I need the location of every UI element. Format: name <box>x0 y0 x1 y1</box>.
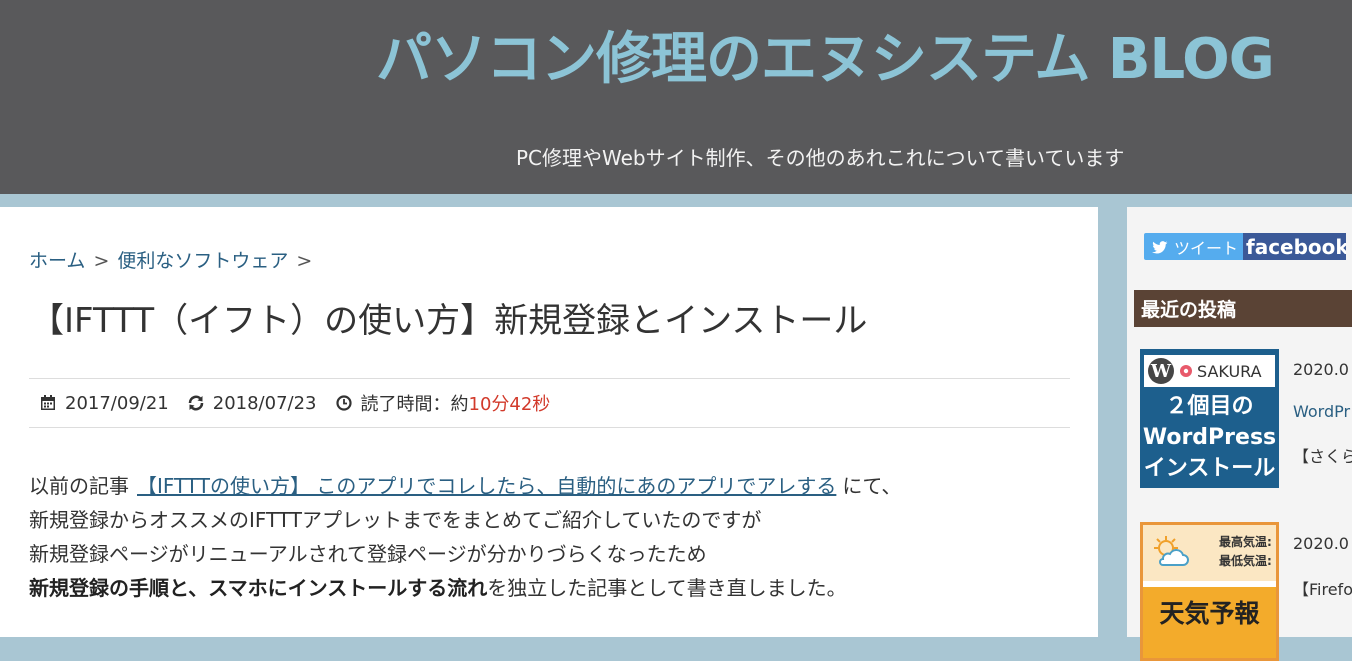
post-thumbnail[interactable]: W SAKURA ２個目の WordPress インストール <box>1140 349 1279 488</box>
body-line: 以前の記事 【IFTTTの使い方】 このアプリでコレしたら、自動的にあのアプリでア… <box>29 469 901 503</box>
previous-article-link[interactable]: 【IFTTTの使い方】 このアプリでコレしたら、自動的にあのアプリでアレする <box>137 474 836 498</box>
site-tagline: PC修理やWebサイト制作、その他のあれこれについて書いています <box>516 146 1125 170</box>
thumbnail-caption-line: WordPress <box>1142 425 1277 450</box>
tweet-button[interactable]: ツイート <box>1144 233 1243 260</box>
post-title-link[interactable]: WordPr <box>1293 402 1350 421</box>
calendar-icon <box>39 394 57 412</box>
body-line: 新規登録からオススメのIFTTTアプレットまでをまとめてご紹介していたのですが <box>29 508 762 532</box>
clock-icon <box>335 394 353 412</box>
sakura-flower-icon <box>1178 363 1194 379</box>
weather-panel: 最高気温: 最低気温: <box>1143 525 1276 581</box>
max-temp-label: 最高気温: <box>1219 535 1272 549</box>
post-title-link[interactable]: 【Firefo <box>1293 576 1352 600</box>
post-thumbnail[interactable]: 最高気温: 最低気温: 天気予報 <box>1140 522 1279 661</box>
read-time: 読了時間：約 10分42秒 <box>335 390 551 416</box>
breadcrumb-home-link[interactable]: ホーム <box>29 250 85 272</box>
tweet-label: ツイート <box>1174 238 1239 258</box>
site-title[interactable]: パソコン修理のエヌシステム BLOG <box>376 22 1275 98</box>
facebook-label: facebook <box>1246 234 1346 259</box>
article-body: 以前の記事 【IFTTTの使い方】 このアプリでコレしたら、自動的にあのアプリでア… <box>29 469 901 605</box>
share-buttons: ツイート facebookB <box>1144 233 1346 260</box>
sakura-logo: W SAKURA <box>1144 355 1275 387</box>
body-text: を独立した記事として書き直しました。 <box>487 576 847 600</box>
body-text-prefix: 以前の記事 <box>29 474 129 498</box>
sun-cloud-icon <box>1151 535 1189 569</box>
facebook-share-button[interactable]: facebookB <box>1243 233 1346 260</box>
read-time-label: 読了時間：約 <box>360 394 469 415</box>
updated-date-text: 2018/07/23 <box>212 392 317 414</box>
weather-forecast-banner: 天気予報 <box>1143 587 1276 658</box>
sakura-brand-text: SAKURA <box>1197 361 1262 381</box>
thumbnail-caption: ２個目の WordPress インストール <box>1140 391 1279 484</box>
body-line: 新規登録ページがリニューアルされて登録ページが分かりづらくなったため <box>29 542 707 566</box>
wordpress-logo-icon: W <box>1148 358 1174 384</box>
breadcrumb-separator: > <box>93 250 110 272</box>
breadcrumb-separator: > <box>296 250 313 272</box>
body-line: 新規登録の手順と、スマホにインストールする流れを独立した記事として書き直しました… <box>29 571 901 605</box>
thumbnail-caption-line: インストール <box>1143 456 1276 481</box>
main-content: ホーム > 便利なソフトウェア > 【IFTTT（イフト）の使い方】新規登録とインスト… <box>0 207 1098 637</box>
updated-date: 2018/07/23 <box>187 393 317 414</box>
body-text-suffix: にて、 <box>842 474 902 498</box>
breadcrumb: ホーム > 便利なソフトウェア > <box>29 246 320 273</box>
post-excerpt: 【さくら <box>1293 447 1352 466</box>
breadcrumb-category-link[interactable]: 便利なソフトウェア <box>117 250 288 272</box>
refresh-icon <box>187 394 205 412</box>
site-header: パソコン修理のエヌシステム BLOG PC修理やWebサイト制作、その他のあれこ… <box>0 0 1352 194</box>
body-bold-text: 新規登録の手順と、スマホにインストールする流れ <box>29 576 488 600</box>
published-date: 2017/09/21 <box>39 393 169 414</box>
thumbnail-caption-line: ２個目の <box>1165 394 1254 419</box>
temperature-labels: 最高気温: 最低気温: <box>1219 533 1272 571</box>
read-time-value: 10分42秒 <box>468 394 551 415</box>
recent-posts-heading: 最近の投稿 <box>1134 290 1352 327</box>
article-meta: 2017/09/21 2018/07/23 読了時間：約 10分42秒 <box>29 378 1070 428</box>
twitter-bird-icon <box>1152 240 1168 254</box>
min-temp-label: 最低気温: <box>1219 554 1272 568</box>
article-title: 【IFTTT（イフト）の使い方】新規登録とインストール <box>30 301 868 341</box>
post-date: 2020.0 <box>1293 534 1349 553</box>
sidebar: ツイート facebookB 最近の投稿 W SAKURA ２個目の WordP… <box>1127 207 1352 661</box>
post-date: 2020.0 <box>1293 360 1349 379</box>
published-date-text: 2017/09/21 <box>65 392 169 414</box>
